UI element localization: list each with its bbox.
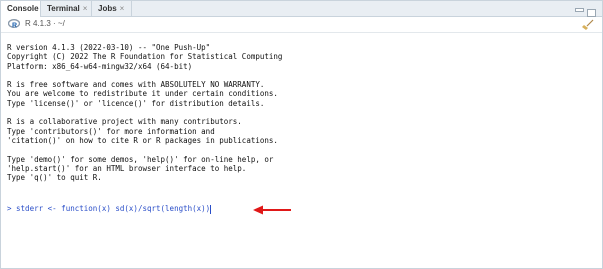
r-logo-icon: R: [8, 19, 20, 29]
tab-terminal[interactable]: Terminal ×: [41, 1, 92, 16]
minimize-icon[interactable]: [575, 8, 584, 12]
tab-bar: Console Terminal × Jobs ×: [1, 1, 602, 17]
red-arrow-icon: [253, 205, 291, 215]
console-output-line: Type 'license()' or 'licence()' for dist…: [7, 98, 265, 108]
console-output-line: 'help.start()' for an HTML browser inter…: [7, 163, 247, 173]
console-output-line: Copyright (C) 2022 The R Foundation for …: [7, 52, 283, 62]
tab-terminal-close-icon[interactable]: ×: [83, 4, 88, 13]
console-input-line[interactable]: > stderr <- function(x) sd(x)/sqrt(lengt…: [7, 204, 212, 214]
tab-jobs-close-icon[interactable]: ×: [120, 4, 125, 13]
console-pane: Console Terminal × Jobs × R R 4.1.3 · ~/ R…: [0, 0, 603, 269]
tab-jobs-label: Jobs: [98, 4, 117, 13]
console-output-line: Type 'demo()' for some demos, 'help()' f…: [7, 154, 274, 164]
console-output: R version 4.1.3 (2022-03-10) -- "One Pus…: [7, 43, 597, 182]
tab-console-label: Console: [7, 4, 39, 13]
console-input[interactable]: stderr <- function(x) sd(x)/sqrt(length(…: [16, 204, 210, 213]
console-output-line: R is free software and comes with ABSOLU…: [7, 80, 265, 90]
broom-icon[interactable]: [582, 19, 594, 30]
console-output-line: R version 4.1.3 (2022-03-10) -- "One Pus…: [7, 43, 211, 52]
tab-console[interactable]: Console: [1, 1, 41, 17]
r-version-path[interactable]: R 4.1.3 · ~/: [25, 19, 65, 28]
console-output-line: Type 'q()' to quit R.: [7, 173, 102, 183]
console-output-line: You are welcome to redistribute it under…: [7, 89, 278, 99]
console-output-line: R is a collaborative project with many c…: [7, 117, 242, 127]
svg-text:R: R: [12, 23, 17, 30]
console-prompt: >: [7, 204, 12, 213]
console-toolbar: R R 4.1.3 · ~/: [1, 17, 602, 33]
tab-jobs[interactable]: Jobs ×: [92, 1, 132, 16]
maximize-icon[interactable]: [587, 9, 596, 17]
console-output-line: 'citation()' on how to cite R or R packa…: [7, 135, 278, 145]
console-output-line: Type 'contributors()' for more informati…: [7, 126, 215, 136]
console-output-line: Platform: x86_64-w64-mingw32/x64 (64-bit…: [7, 61, 193, 71]
text-cursor: [210, 204, 212, 214]
tab-terminal-label: Terminal: [47, 4, 80, 13]
